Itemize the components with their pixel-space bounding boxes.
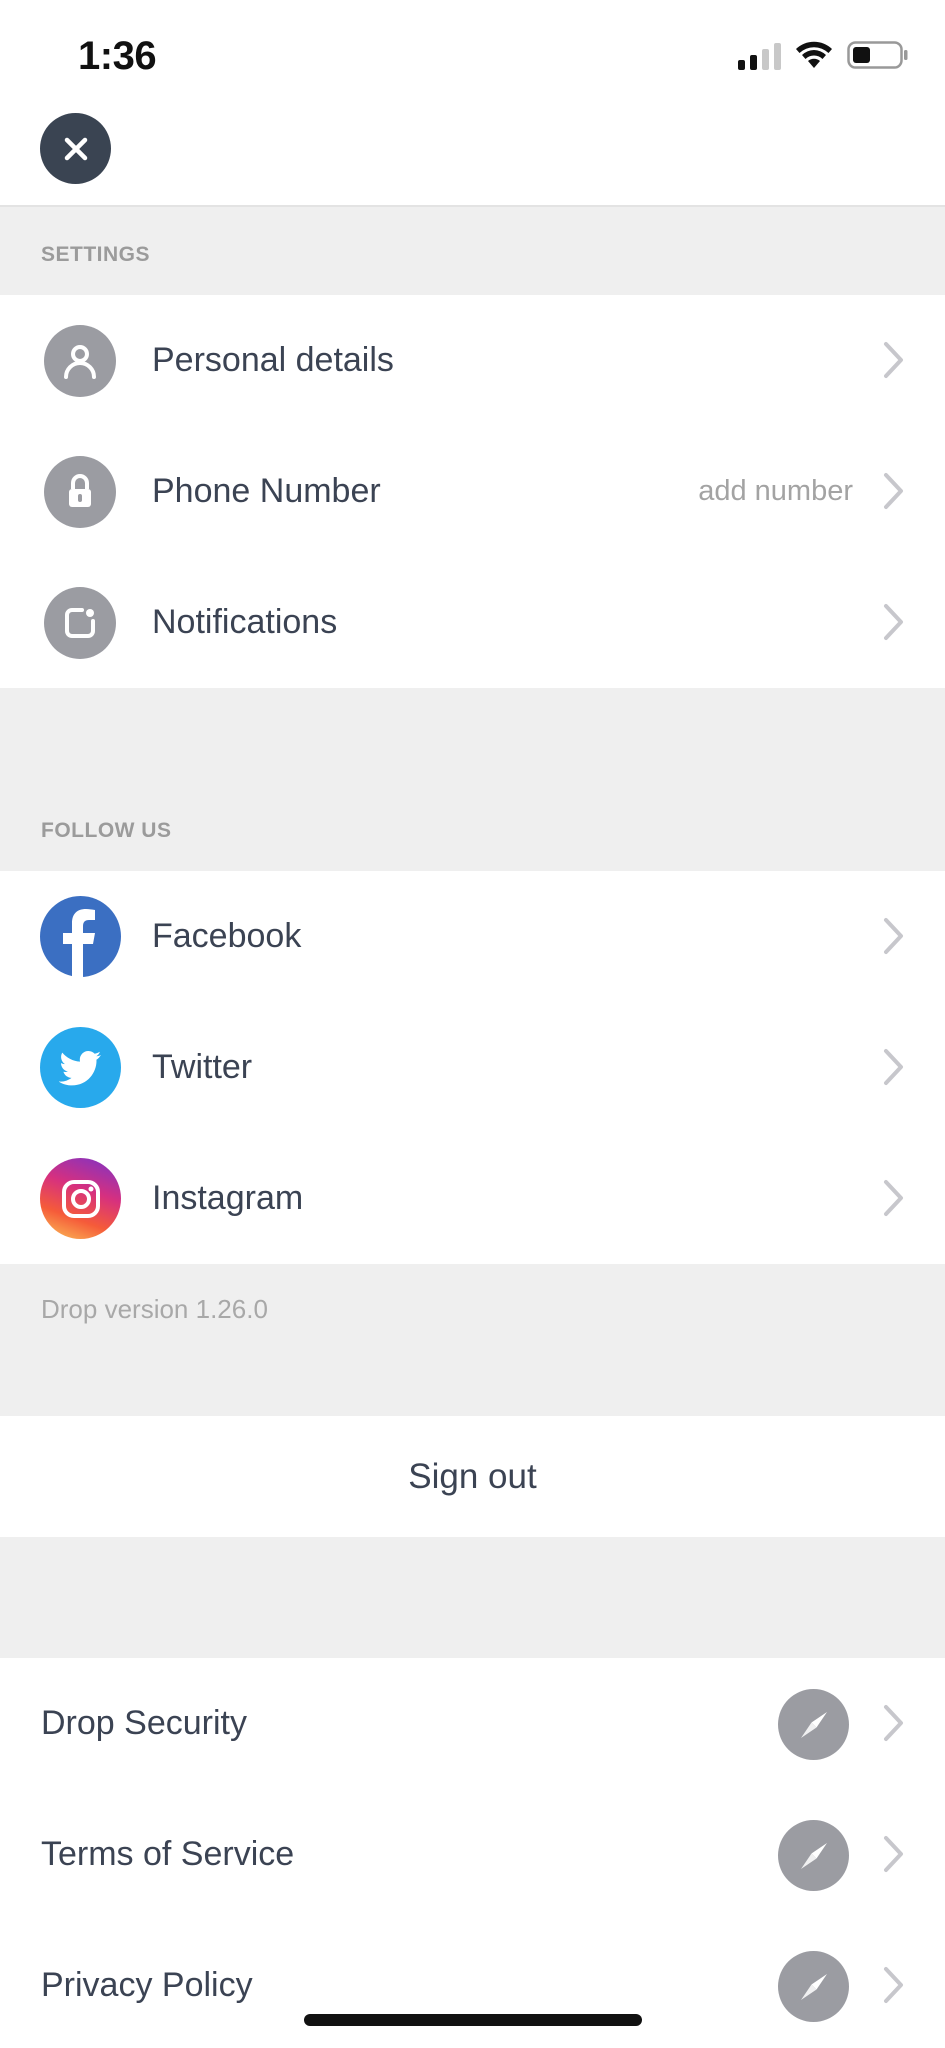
compass-icon bbox=[778, 1951, 849, 2022]
settings-header-label: SETTINGS bbox=[41, 243, 151, 266]
follow-section-header: FOLLOW US bbox=[0, 688, 945, 871]
chevron-right-icon bbox=[884, 1705, 903, 1741]
link-item-label: Privacy Policy bbox=[41, 1966, 253, 2004]
settings-item-phone-number[interactable]: Phone Number add number bbox=[0, 426, 945, 557]
app-version-text: Drop version 1.26.0 bbox=[41, 1294, 268, 1324]
follow-item-twitter[interactable]: Twitter bbox=[0, 1002, 945, 1133]
follow-item-label: Twitter bbox=[152, 1048, 253, 1086]
notification-icon bbox=[44, 587, 116, 659]
close-button[interactable] bbox=[40, 113, 111, 184]
status-bar: 1:36 bbox=[0, 0, 945, 110]
cellular-signal-icon bbox=[738, 40, 781, 70]
lock-icon bbox=[44, 456, 116, 528]
settings-item-label: Notifications bbox=[152, 603, 338, 641]
instagram-icon bbox=[40, 1158, 121, 1239]
settings-item-label: Personal details bbox=[152, 341, 394, 379]
battery-icon bbox=[847, 41, 908, 69]
settings-item-label: Phone Number bbox=[152, 472, 381, 510]
chevron-right-icon bbox=[884, 1049, 903, 1085]
compass-icon bbox=[778, 1820, 849, 1891]
sign-out-button[interactable]: Sign out bbox=[0, 1416, 945, 1537]
phone-number-detail: add number bbox=[698, 475, 853, 507]
chevron-right-icon bbox=[884, 1836, 903, 1872]
follow-item-instagram[interactable]: Instagram bbox=[0, 1133, 945, 1264]
status-icons bbox=[738, 40, 909, 70]
facebook-icon bbox=[40, 896, 121, 977]
link-item-label: Terms of Service bbox=[41, 1835, 295, 1873]
chevron-right-icon bbox=[884, 1180, 903, 1216]
status-time: 1:36 bbox=[78, 34, 157, 78]
compass-icon bbox=[778, 1689, 849, 1760]
link-item-label: Drop Security bbox=[41, 1704, 247, 1742]
follow-item-label: Instagram bbox=[152, 1179, 304, 1217]
chevron-right-icon bbox=[884, 918, 903, 954]
twitter-icon bbox=[40, 1027, 121, 1108]
follow-item-label: Facebook bbox=[152, 917, 302, 955]
wifi-icon bbox=[796, 41, 832, 68]
link-item-terms-of-service[interactable]: Terms of Service bbox=[0, 1789, 945, 1920]
link-item-drop-security[interactable]: Drop Security bbox=[0, 1658, 945, 1789]
person-icon bbox=[44, 325, 116, 397]
settings-item-notifications[interactable]: Notifications bbox=[0, 557, 945, 688]
chevron-right-icon bbox=[884, 342, 903, 378]
settings-item-personal-details[interactable]: Personal details bbox=[0, 295, 945, 426]
home-indicator[interactable] bbox=[304, 2014, 642, 2026]
follow-item-facebook[interactable]: Facebook bbox=[0, 871, 945, 1002]
settings-section-header: SETTINGS bbox=[0, 207, 945, 295]
close-icon bbox=[64, 137, 87, 160]
version-section: Drop version 1.26.0 bbox=[0, 1264, 945, 1416]
section-spacer bbox=[0, 1537, 945, 1658]
chevron-right-icon bbox=[884, 604, 903, 640]
follow-header-label: FOLLOW US bbox=[41, 819, 172, 842]
chevron-right-icon bbox=[884, 1967, 903, 2003]
chevron-right-icon bbox=[884, 473, 903, 509]
link-item-privacy-policy[interactable]: Privacy Policy bbox=[0, 1920, 945, 2048]
